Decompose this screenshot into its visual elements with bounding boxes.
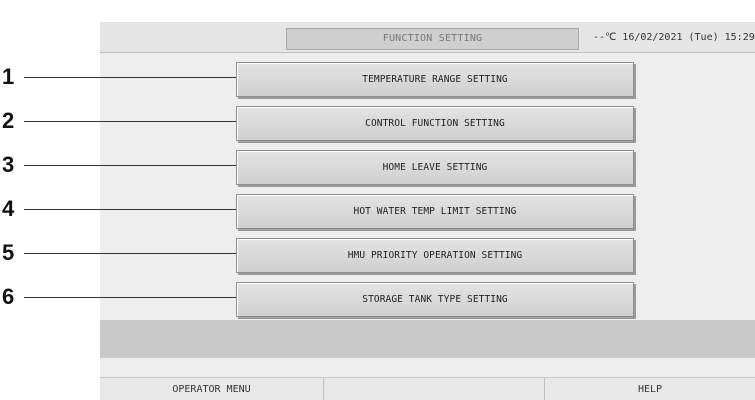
- callout-line: [24, 165, 236, 166]
- callout-line: [24, 209, 236, 210]
- home-leave-setting-button[interactable]: HOME LEAVE SETTING: [236, 150, 634, 185]
- temperature-range-setting-button[interactable]: TEMPERATURE RANGE SETTING: [236, 62, 634, 97]
- status-readout: --℃ 16/02/2021 (Tue) 15:29: [593, 32, 755, 43]
- callout-line: [24, 121, 236, 122]
- hmu-priority-operation-setting-button[interactable]: HMU PRIORITY OPERATION SETTING: [236, 238, 634, 273]
- callout-number: 2: [2, 108, 15, 133]
- callout-number: 5: [2, 240, 15, 265]
- callout-number: 1: [2, 64, 15, 89]
- help-button[interactable]: HELP: [545, 378, 755, 400]
- callout-number: 4: [2, 196, 15, 221]
- hot-water-temp-limit-setting-button[interactable]: HOT WATER TEMP LIMIT SETTING: [236, 194, 634, 229]
- callout-number: 3: [2, 152, 15, 177]
- operator-menu-button[interactable]: OPERATOR MENU: [100, 378, 323, 400]
- footer-bar: OPERATOR MENU HELP: [100, 377, 755, 400]
- message-band: [100, 320, 755, 358]
- storage-tank-type-setting-button[interactable]: STORAGE TANK TYPE SETTING: [236, 282, 634, 317]
- control-function-setting-button[interactable]: CONTROL FUNCTION SETTING: [236, 106, 634, 141]
- top-edge: [100, 0, 755, 22]
- callout-number: 6: [2, 284, 15, 309]
- footer-middle-button[interactable]: [324, 378, 544, 400]
- page-title: FUNCTION SETTING: [286, 28, 579, 50]
- callout-line: [24, 297, 236, 298]
- callout-line: [24, 253, 236, 254]
- controller-screen: FUNCTION SETTING --℃ 16/02/2021 (Tue) 15…: [100, 22, 755, 400]
- header-bar: FUNCTION SETTING --℃ 16/02/2021 (Tue) 15…: [100, 22, 755, 53]
- callout-line: [24, 77, 236, 78]
